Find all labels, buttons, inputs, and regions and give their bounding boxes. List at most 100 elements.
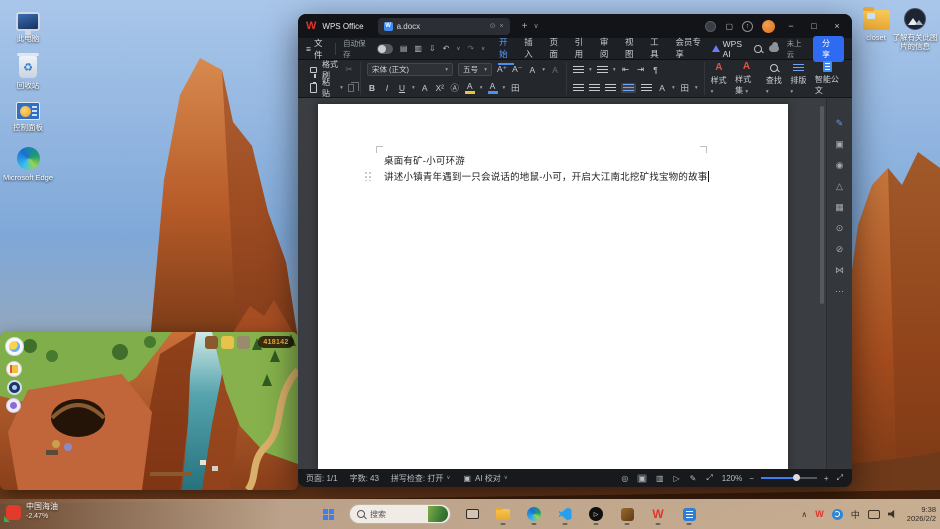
- paste-label[interactable]: 粘贴: [322, 77, 335, 99]
- speaker-icon[interactable]: [888, 510, 899, 519]
- edit-pen-icon[interactable]: ✎: [836, 118, 844, 129]
- tray-security-icon[interactable]: [832, 509, 843, 520]
- smart-doc-button[interactable]: 智能公文: [815, 61, 840, 96]
- read-mode-icon[interactable]: ▥: [655, 474, 665, 483]
- fit-page-icon[interactable]: ⤢: [705, 473, 713, 483]
- comment-icon[interactable]: ▣: [835, 139, 844, 150]
- paste-icon[interactable]: [310, 83, 317, 93]
- contents-icon[interactable]: ⊙: [836, 223, 844, 234]
- bullet-caret[interactable]: ▾: [589, 67, 592, 73]
- page-count[interactable]: 页面: 1/1: [306, 473, 338, 484]
- play-mode-icon[interactable]: ▷: [673, 474, 681, 483]
- zoom-slider[interactable]: [761, 477, 817, 479]
- tab-home[interactable]: 开始: [498, 33, 514, 65]
- undo-caret[interactable]: ∨: [456, 46, 460, 52]
- network-display-icon[interactable]: [868, 510, 880, 519]
- numbered-caret[interactable]: ▾: [613, 67, 616, 73]
- game-avatar-bear[interactable]: [205, 336, 218, 349]
- superscript-icon[interactable]: X²: [435, 83, 445, 93]
- increase-font-icon[interactable]: A⁺: [497, 64, 507, 75]
- share-button[interactable]: 分享: [813, 36, 844, 62]
- tab-close-icon[interactable]: ×: [500, 23, 504, 30]
- desktop-icon-this-pc[interactable]: 此电脑: [2, 12, 54, 43]
- bold-icon[interactable]: B: [367, 83, 377, 93]
- tab-list-chevron[interactable]: ∨: [533, 22, 538, 30]
- pinyin-guide-icon[interactable]: Ⓐ: [450, 82, 460, 94]
- bullet-list-icon[interactable]: [573, 66, 584, 74]
- paste-caret[interactable]: ▾: [340, 85, 343, 91]
- upload-cloud-icon[interactable]: ↑: [742, 21, 753, 32]
- app-brown-button[interactable]: [617, 503, 637, 525]
- decrease-font-icon[interactable]: A⁻: [512, 64, 522, 75]
- image-panel-icon[interactable]: ▦: [835, 202, 844, 213]
- shading-icon[interactable]: A: [657, 83, 667, 93]
- reader-eye-icon[interactable]: ◎: [620, 474, 629, 483]
- game-avatar-tool[interactable]: [237, 336, 250, 349]
- close-button[interactable]: ×: [830, 21, 844, 31]
- game-misc-button[interactable]: [6, 398, 21, 413]
- ime-indicator[interactable]: 中: [851, 508, 860, 521]
- paragraph-drag-handle[interactable]: [364, 171, 372, 181]
- zoom-out-icon[interactable]: −: [748, 474, 755, 483]
- new-tab-button[interactable]: +: [522, 21, 528, 32]
- autosave-toggle[interactable]: [377, 44, 393, 54]
- tab-member[interactable]: 会员专享: [674, 33, 704, 65]
- shapes-icon[interactable]: △: [836, 181, 843, 192]
- document-tab[interactable]: W a.docx ⊙ ×: [378, 18, 510, 35]
- word-count[interactable]: 字数: 43: [350, 473, 379, 484]
- typeset-button[interactable]: 排版 ▾: [790, 62, 807, 95]
- font-color-caret[interactable]: ▾: [503, 85, 506, 91]
- font-color-icon[interactable]: A: [488, 81, 498, 94]
- doc-text-line1[interactable]: 桌面有矿-小可环游: [384, 153, 465, 167]
- more-tools-icon[interactable]: ⋯: [835, 286, 844, 297]
- zoom-knob[interactable]: [793, 474, 800, 481]
- widgets-button[interactable]: 中国海油 -2.47%: [6, 502, 58, 522]
- spell-check-status[interactable]: 拼写检查: 打开 ∨: [391, 473, 450, 484]
- assistant-icon[interactable]: [705, 21, 716, 32]
- game-weather-button[interactable]: [5, 337, 24, 356]
- char-border-icon[interactable]: 田: [510, 82, 520, 94]
- file-menu[interactable]: ≡ 文件: [306, 37, 328, 61]
- ribbon-search-icon[interactable]: [754, 45, 761, 53]
- file-explorer-button[interactable]: [493, 503, 513, 525]
- tray-wps-icon[interactable]: W: [815, 509, 824, 519]
- user-avatar[interactable]: [762, 20, 775, 33]
- record-icon[interactable]: ◉: [836, 160, 844, 171]
- tab-sync-icon[interactable]: ⊙: [490, 22, 496, 30]
- minimize-button[interactable]: −: [784, 21, 798, 31]
- media-player-button[interactable]: ▷: [586, 503, 606, 525]
- align-left-icon[interactable]: [573, 84, 584, 92]
- zoom-in-icon[interactable]: +: [823, 474, 830, 483]
- font-size-select[interactable]: 五号 ▾: [458, 63, 492, 76]
- font-name-select[interactable]: 宋体 (正文) ▾: [367, 63, 453, 76]
- text-effects-caret[interactable]: ▾: [542, 67, 545, 73]
- find-button[interactable]: 查找 ▾: [766, 62, 783, 95]
- export-icon[interactable]: ⇩: [429, 44, 436, 53]
- desktop-icon-picture-info[interactable]: 了解有关此图片的信息: [892, 8, 938, 51]
- format-painter-icon[interactable]: [310, 67, 317, 73]
- undo-icon[interactable]: ↶: [443, 44, 450, 53]
- start-button[interactable]: [318, 503, 338, 525]
- wps-taskbar-button[interactable]: W: [648, 503, 668, 525]
- hidden-icons-chevron[interactable]: ∧: [801, 510, 807, 519]
- numbered-list-icon[interactable]: [597, 66, 608, 74]
- desktop-icon-edge[interactable]: Microsoft Edge: [2, 147, 54, 182]
- game-gift-button[interactable]: [6, 361, 22, 377]
- style-button[interactable]: A 样式 ▾: [711, 62, 728, 95]
- underline-caret[interactable]: ▾: [412, 85, 415, 91]
- edit-mode-icon[interactable]: ✎: [689, 474, 698, 483]
- layout-icon[interactable]: ▢: [725, 22, 733, 31]
- decrease-indent-icon[interactable]: ⇤: [621, 64, 631, 75]
- wps-ai-button[interactable]: WPS AI: [712, 39, 748, 59]
- game-avatar-gopher[interactable]: [221, 336, 234, 349]
- clear-format-icon[interactable]: A: [550, 65, 560, 75]
- toolbox-icon[interactable]: ⋈: [835, 265, 844, 276]
- help-icon[interactable]: ⊘: [836, 244, 844, 255]
- vertical-scrollbar[interactable]: [820, 106, 824, 304]
- align-center-icon[interactable]: [589, 84, 600, 92]
- shading-caret[interactable]: ▾: [672, 85, 675, 91]
- align-right-icon[interactable]: [605, 84, 616, 92]
- more-quick-caret[interactable]: ∨: [481, 46, 485, 52]
- tab-tools[interactable]: 工具: [649, 33, 665, 65]
- copy-icon[interactable]: [348, 84, 354, 92]
